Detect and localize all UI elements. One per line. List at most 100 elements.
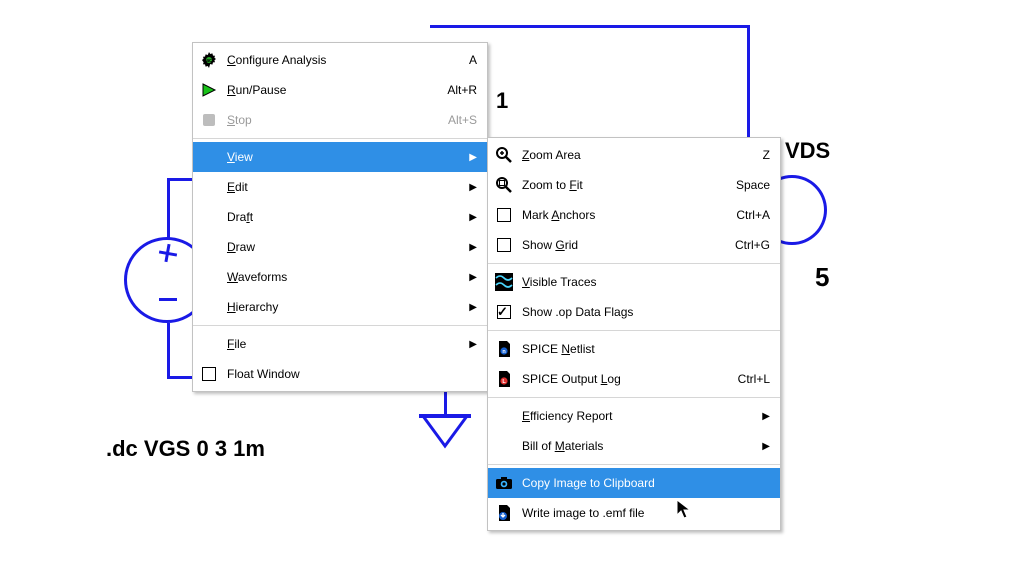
menu-item-edit[interactable]: Edit ▶ — [193, 172, 487, 202]
menu-item-label: File — [227, 337, 449, 351]
menu-item-configure-analysis[interactable]: ac Configure Analysis A — [193, 45, 487, 75]
menu-item-label: Run/Pause — [227, 83, 417, 97]
menu-item-label: Zoom Area — [522, 148, 733, 162]
blank-icon — [199, 267, 219, 287]
menu-item-spice-netlist[interactable]: n SPICE Netlist — [488, 334, 780, 364]
menu-separator — [488, 397, 780, 398]
menu-shortcut: A — [469, 53, 477, 67]
camera-icon — [494, 473, 514, 493]
context-menu: ac Configure Analysis A Run/Pause Alt+R … — [192, 42, 488, 392]
menu-shortcut: Z — [763, 148, 770, 162]
submenu-arrow-icon: ▶ — [469, 242, 477, 253]
menu-item-spice-output-log[interactable]: L SPICE Output Log Ctrl+L — [488, 364, 780, 394]
blank-icon — [199, 177, 219, 197]
svg-text:ac: ac — [206, 58, 212, 64]
wire — [167, 323, 170, 378]
submenu-arrow-icon: ▶ — [762, 411, 770, 422]
submenu-arrow-icon: ▶ — [469, 182, 477, 193]
menu-item-label: Edit — [227, 180, 449, 194]
menu-item-write-emf[interactable]: Write image to .emf file — [488, 498, 780, 528]
blank-icon — [199, 207, 219, 227]
checkbox-checked-icon — [494, 302, 514, 322]
submenu-arrow-icon: ▶ — [762, 441, 770, 452]
play-icon — [199, 80, 219, 100]
waves-icon — [494, 272, 514, 292]
menu-item-label: Float Window — [227, 367, 477, 381]
wire — [430, 25, 750, 28]
menu-item-label: Show .op Data Flags — [522, 305, 770, 319]
menu-separator — [193, 325, 487, 326]
save-emf-icon — [494, 503, 514, 523]
menu-item-file[interactable]: File ▶ — [193, 329, 487, 359]
menu-item-waveforms[interactable]: Waveforms ▶ — [193, 262, 487, 292]
component-label-m1: 1 — [496, 88, 508, 114]
menu-item-label: Configure Analysis — [227, 53, 439, 67]
menu-item-stop: Stop Alt+S — [193, 105, 487, 135]
zoom-in-icon — [494, 145, 514, 165]
blank-icon — [199, 147, 219, 167]
checkbox-empty-icon — [494, 235, 514, 255]
menu-item-label: Waveforms — [227, 270, 449, 284]
menu-item-hierarchy[interactable]: Hierarchy ▶ — [193, 292, 487, 322]
zoom-fit-icon — [494, 175, 514, 195]
menu-item-label: Write image to .emf file — [522, 506, 770, 520]
gear-icon: ac — [199, 50, 219, 70]
menu-item-label: Bill of Materials — [522, 439, 742, 453]
menu-item-show-op-flags[interactable]: Show .op Data Flags — [488, 297, 780, 327]
component-value-5: 5 — [815, 262, 829, 293]
menu-item-label: Efficiency Report — [522, 409, 742, 423]
menu-shortcut: Ctrl+A — [736, 208, 770, 222]
wire — [167, 180, 170, 240]
menu-shortcut: Ctrl+L — [738, 372, 770, 386]
menu-item-label: Show Grid — [522, 238, 705, 252]
component-label-vds: VDS — [785, 138, 830, 164]
blank-icon — [494, 406, 514, 426]
menu-item-run-pause[interactable]: Run/Pause Alt+R — [193, 75, 487, 105]
submenu-arrow-icon: ▶ — [469, 302, 477, 313]
menu-separator — [488, 464, 780, 465]
menu-item-view[interactable]: View ▶ — [193, 142, 487, 172]
menu-item-label: Copy Image to Clipboard — [522, 476, 770, 490]
menu-item-show-grid[interactable]: Show Grid Ctrl+G — [488, 230, 780, 260]
spice-directive[interactable]: .dc VGS 0 3 1m — [106, 436, 265, 462]
menu-item-mark-anchors[interactable]: Mark Anchors Ctrl+A — [488, 200, 780, 230]
menu-shortcut: Alt+S — [448, 113, 477, 127]
menu-separator — [488, 263, 780, 264]
menu-item-float-window[interactable]: Float Window — [193, 359, 487, 389]
wire — [747, 25, 750, 145]
log-icon: L — [494, 369, 514, 389]
menu-item-label: Stop — [227, 113, 418, 127]
menu-item-efficiency-report[interactable]: Efficiency Report ▶ — [488, 401, 780, 431]
submenu-arrow-icon: ▶ — [469, 212, 477, 223]
checkbox-empty-icon — [494, 205, 514, 225]
menu-item-bill-of-materials[interactable]: Bill of Materials ▶ — [488, 431, 780, 461]
stop-icon — [199, 110, 219, 130]
menu-item-zoom-area[interactable]: Zoom Area Z — [488, 140, 780, 170]
submenu-arrow-icon: ▶ — [469, 272, 477, 283]
submenu-arrow-icon: ▶ — [469, 152, 477, 163]
menu-shortcut: Alt+R — [447, 83, 477, 97]
menu-item-label: Zoom to Fit — [522, 178, 706, 192]
menu-item-copy-image-clipboard[interactable]: Copy Image to Clipboard — [488, 468, 780, 498]
mouse-cursor — [676, 499, 692, 521]
menu-item-visible-traces[interactable]: Visible Traces — [488, 267, 780, 297]
menu-shortcut: Ctrl+G — [735, 238, 770, 252]
menu-item-draw[interactable]: Draw ▶ — [193, 232, 487, 262]
menu-item-label: Draft — [227, 210, 449, 224]
menu-item-label: Visible Traces — [522, 275, 770, 289]
view-submenu: Zoom Area Z Zoom to Fit Space Mark Ancho… — [487, 137, 781, 531]
menu-separator — [488, 330, 780, 331]
blank-icon — [199, 297, 219, 317]
menu-item-label: View — [227, 150, 449, 164]
netlist-icon: n — [494, 339, 514, 359]
blank-icon — [494, 436, 514, 456]
menu-item-draft[interactable]: Draft ▶ — [193, 202, 487, 232]
menu-item-label: Draw — [227, 240, 449, 254]
blank-icon — [199, 237, 219, 257]
checkbox-empty-icon — [199, 364, 219, 384]
menu-item-label: SPICE Output Log — [522, 372, 708, 386]
menu-item-label: SPICE Netlist — [522, 342, 770, 356]
submenu-arrow-icon: ▶ — [469, 339, 477, 350]
menu-separator — [193, 138, 487, 139]
menu-item-zoom-fit[interactable]: Zoom to Fit Space — [488, 170, 780, 200]
